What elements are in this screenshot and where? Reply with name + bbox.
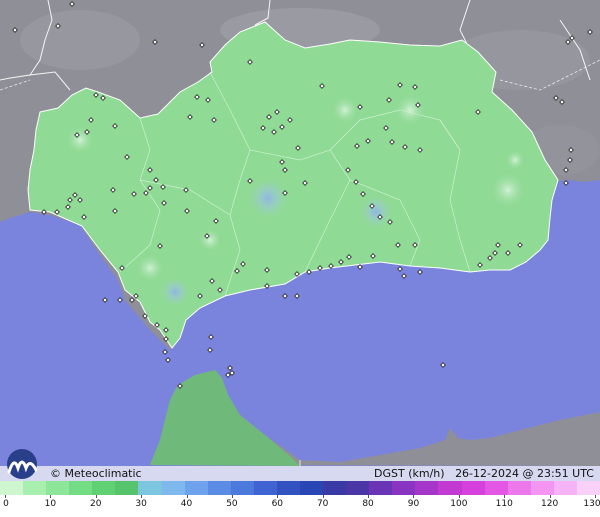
station-marker bbox=[165, 357, 171, 363]
station-marker bbox=[225, 372, 231, 378]
color-scale-swatch bbox=[438, 481, 462, 495]
scale-tick-label: 130 bbox=[583, 499, 600, 509]
scale-tick-mark bbox=[231, 495, 233, 498]
scale-tick-mark bbox=[5, 495, 6, 498]
color-scale-swatch bbox=[0, 481, 24, 495]
legend-timestamp: 26-12-2024 @ 23:51 UTC bbox=[455, 467, 594, 480]
station-marker bbox=[208, 334, 214, 340]
scale-tick-mark bbox=[368, 495, 370, 498]
color-scale-swatch bbox=[530, 481, 554, 495]
color-scale-swatch bbox=[300, 481, 324, 495]
color-scale-swatch bbox=[323, 481, 347, 495]
color-scale-swatch bbox=[115, 481, 139, 495]
color-scale-swatch bbox=[346, 481, 370, 495]
scale-tick-mark bbox=[322, 495, 324, 498]
color-scale-swatch bbox=[484, 481, 508, 495]
color-scale-swatch bbox=[461, 481, 485, 495]
color-scale-swatch bbox=[184, 481, 208, 495]
scale-tick-label: 20 bbox=[90, 499, 102, 509]
color-scale-swatch bbox=[207, 481, 231, 495]
color-scale-swatch bbox=[23, 481, 47, 495]
meteoclimatic-m-logo-icon bbox=[7, 449, 38, 479]
color-scale-swatch bbox=[369, 481, 393, 495]
legend-variable: DGST (km/h) bbox=[374, 467, 445, 480]
color-scale-swatch bbox=[576, 481, 600, 495]
color-scale-swatch bbox=[161, 481, 185, 495]
station-marker bbox=[417, 269, 423, 275]
scale-tick-mark bbox=[413, 495, 415, 498]
station-marker bbox=[397, 266, 403, 272]
station-marker bbox=[294, 293, 300, 299]
scale-tick-label: 50 bbox=[226, 499, 238, 509]
scale-tick-label: 0 bbox=[3, 499, 9, 509]
color-scale-swatch bbox=[253, 481, 277, 495]
station-marker bbox=[117, 297, 123, 303]
station-marker bbox=[207, 347, 213, 353]
brand-name: © Meteoclimatic bbox=[50, 467, 142, 480]
scale-tick-mark bbox=[186, 495, 188, 498]
color-scale-swatch bbox=[415, 481, 439, 495]
scale-tick-label: 90 bbox=[407, 499, 420, 509]
scale-tick-label: 40 bbox=[180, 499, 193, 509]
color-scale-swatch bbox=[276, 481, 301, 495]
scale-tick-label: 120 bbox=[541, 499, 559, 509]
scale-tick-mark bbox=[277, 495, 279, 498]
station-marker bbox=[282, 293, 288, 299]
scale-tick-mark bbox=[95, 495, 97, 498]
station-marker bbox=[162, 349, 168, 355]
color-scale-swatch bbox=[138, 481, 162, 495]
scale-tick-label: 110 bbox=[495, 499, 513, 509]
color-scale-swatch bbox=[92, 481, 116, 495]
color-scale-ticks: 0 10 20 30 40 50 60 70 80 90 100 110 120 130 bbox=[0, 495, 600, 517]
scale-tick-mark bbox=[549, 495, 551, 498]
color-scale-swatch bbox=[230, 481, 254, 495]
scale-tick-label: 70 bbox=[316, 499, 329, 509]
station-marker bbox=[563, 180, 569, 186]
color-scale-swatch bbox=[392, 481, 416, 495]
scale-tick-label: 60 bbox=[271, 499, 284, 509]
scale-tick-label: 10 bbox=[44, 499, 57, 509]
station-marker bbox=[102, 297, 108, 303]
station-marker bbox=[357, 264, 363, 270]
morocco-green-zone bbox=[150, 370, 300, 466]
scale-tick-label: 80 bbox=[362, 499, 374, 509]
wind-gust-map bbox=[0, 0, 600, 466]
legend-title: DGST (km/h) 26-12-2024 @ 23:51 UTC bbox=[374, 467, 594, 481]
scale-tick-label: 30 bbox=[135, 499, 147, 509]
station-marker bbox=[401, 273, 407, 279]
color-scale-swatch bbox=[46, 481, 70, 495]
scale-tick-mark bbox=[595, 495, 596, 498]
scale-tick-label: 100 bbox=[450, 499, 468, 509]
color-scale-swatch bbox=[507, 481, 531, 495]
scale-tick-mark bbox=[141, 495, 143, 498]
scale-tick-mark bbox=[458, 495, 460, 498]
station-marker bbox=[229, 370, 235, 376]
station-marker bbox=[440, 362, 446, 368]
color-scale-swatch bbox=[69, 481, 93, 495]
color-scale-swatch bbox=[553, 481, 577, 495]
station-marker bbox=[227, 365, 233, 371]
scale-tick-mark bbox=[504, 495, 506, 498]
scale-tick-mark bbox=[50, 495, 52, 498]
color-scale-bar bbox=[0, 481, 600, 495]
